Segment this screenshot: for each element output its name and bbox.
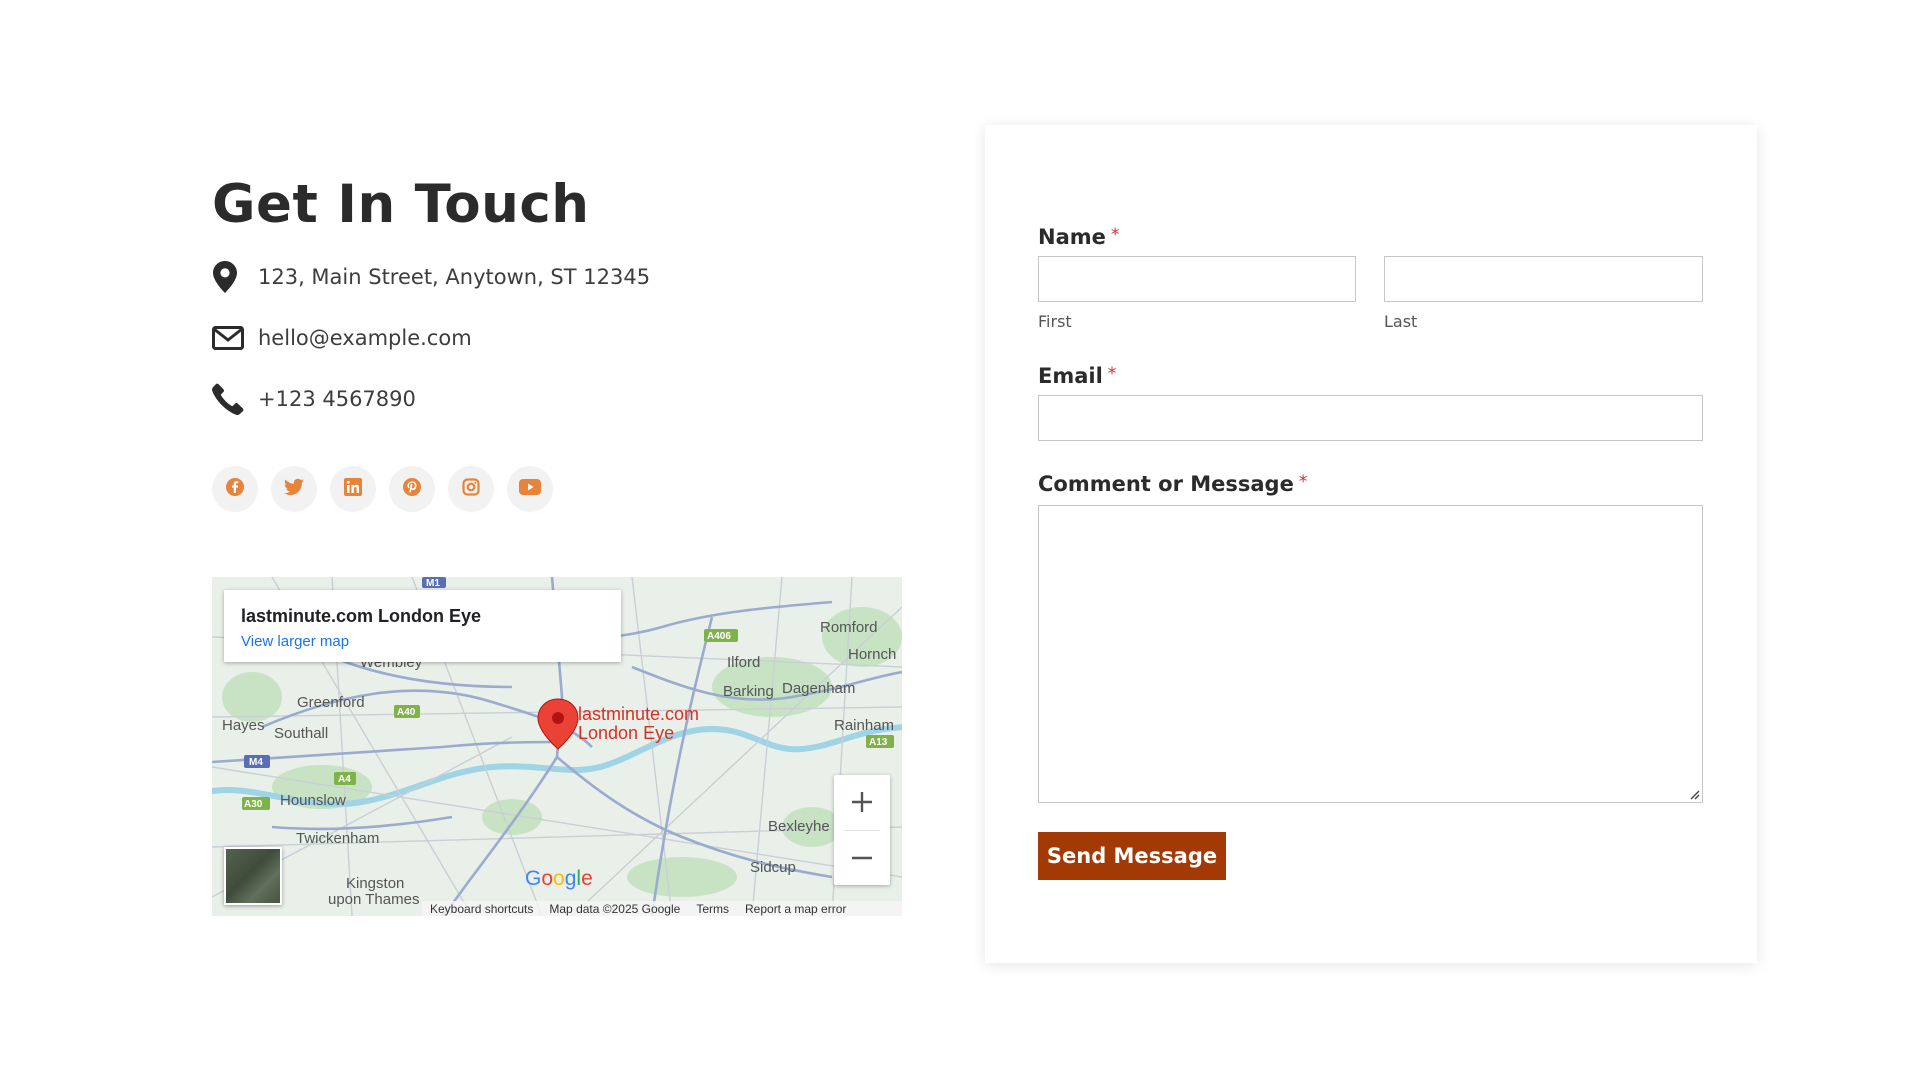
instagram-icon xyxy=(462,478,480,500)
marker-label-line2: London Eye xyxy=(578,723,674,743)
required-mark: * xyxy=(1298,472,1308,492)
place-dagenham: Dagenham xyxy=(782,680,855,697)
place-ilford: Ilford xyxy=(727,654,760,671)
email-label-row: Email * xyxy=(1038,364,1116,388)
contact-list: 123, Main Street, Anytown, ST 12345 hell… xyxy=(212,258,902,418)
road-a406: A406 xyxy=(707,631,731,642)
map-pin-icon xyxy=(212,260,246,294)
view-larger-map-link[interactable]: View larger map xyxy=(241,633,349,650)
map-data-text: Map data ©2025 Google xyxy=(549,901,681,916)
keyboard-shortcuts-link[interactable]: Keyboard shortcuts xyxy=(422,902,541,916)
email-label: Email xyxy=(1038,364,1103,388)
message-label-row: Comment or Message * xyxy=(1038,472,1307,496)
place-southall: Southall xyxy=(274,725,328,742)
required-mark: * xyxy=(1110,225,1120,245)
road-a13: A13 xyxy=(869,737,888,748)
place-greenford: Greenford xyxy=(297,694,365,711)
road-a4: A4 xyxy=(338,774,351,785)
last-name-input[interactable] xyxy=(1384,256,1703,302)
place-hornch: Hornch xyxy=(848,646,896,663)
terms-link[interactable]: Terms xyxy=(688,902,737,916)
linkedin-link[interactable] xyxy=(330,466,376,512)
google-logo: Google xyxy=(525,867,593,890)
linkedin-icon xyxy=(344,478,362,500)
first-sublabel: First xyxy=(1038,312,1072,331)
place-hounslow: Hounslow xyxy=(280,792,346,809)
road-a30: A30 xyxy=(244,799,263,810)
report-map-error-link[interactable]: Report a map error xyxy=(737,902,854,916)
map-place-name: lastminute.com London Eye xyxy=(241,606,482,626)
facebook-link[interactable] xyxy=(212,466,258,512)
satellite-toggle[interactable] xyxy=(224,847,282,905)
phone-row: +123 4567890 xyxy=(212,380,902,418)
message-label: Comment or Message xyxy=(1038,472,1294,496)
instagram-link[interactable] xyxy=(448,466,494,512)
embedded-map[interactable]: M1 A406 A40 M4 A4 A30 A13 Romford Hornch… xyxy=(212,577,902,916)
first-name-input[interactable] xyxy=(1038,256,1356,302)
youtube-link[interactable] xyxy=(507,466,553,512)
resize-handle-icon[interactable] xyxy=(1688,788,1700,800)
place-bexleyheath: Bexleyhe xyxy=(768,818,830,835)
twitter-link[interactable] xyxy=(271,466,317,512)
required-mark: * xyxy=(1107,364,1117,384)
map-zoom-controls xyxy=(834,775,890,885)
road-m1: M1 xyxy=(426,578,440,589)
email-row: hello@example.com xyxy=(212,319,902,357)
marker-label-line1: lastminute.com xyxy=(578,704,699,724)
minus-icon xyxy=(852,856,872,860)
twitter-icon xyxy=(284,478,304,500)
address-text: 123, Main Street, Anytown, ST 12345 xyxy=(258,265,651,289)
map-attribution-bar: Keyboard shortcuts Map data ©2025 Google… xyxy=(422,901,902,916)
email-text[interactable]: hello@example.com xyxy=(258,326,472,350)
envelope-icon xyxy=(212,321,246,355)
last-sublabel: Last xyxy=(1384,312,1418,331)
youtube-icon xyxy=(519,479,541,499)
social-links xyxy=(212,466,902,512)
place-twickenham: Twickenham xyxy=(296,830,379,847)
place-hayes: Hayes xyxy=(222,717,265,734)
name-label: Name xyxy=(1038,225,1106,249)
plus-icon xyxy=(852,792,872,812)
phone-icon xyxy=(212,382,246,416)
map-place-card: lastminute.com London Eye View larger ma… xyxy=(224,590,621,662)
name-label-row: Name * xyxy=(1038,225,1119,249)
email-input[interactable] xyxy=(1038,395,1703,441)
zoom-out-button[interactable] xyxy=(834,831,890,885)
place-sidcup: Sidcup xyxy=(750,859,796,876)
message-textarea[interactable] xyxy=(1038,505,1703,803)
place-rainham: Rainham xyxy=(834,717,894,734)
contact-page: Get In Touch 123, Main Street, Anytown, … xyxy=(0,0,1920,1085)
place-upon-thames: upon Thames xyxy=(328,891,419,908)
zoom-in-button[interactable] xyxy=(834,775,890,829)
pinterest-link[interactable] xyxy=(389,466,435,512)
page-title: Get In Touch xyxy=(212,174,590,235)
contact-form-card: Name * First Last Email * Comment or Messa… xyxy=(985,125,1757,963)
place-kingston: Kingston xyxy=(346,875,404,892)
place-romford: Romford xyxy=(820,619,878,636)
pinterest-icon xyxy=(402,477,422,501)
address-row: 123, Main Street, Anytown, ST 12345 xyxy=(212,258,902,296)
phone-text[interactable]: +123 4567890 xyxy=(258,387,416,411)
send-message-button[interactable]: Send Message xyxy=(1038,832,1226,880)
road-a40: A40 xyxy=(397,707,416,718)
facebook-icon xyxy=(225,477,245,501)
place-barking: Barking xyxy=(723,683,774,700)
contact-info: Get In Touch 123, Main Street, Anytown, … xyxy=(212,170,902,512)
road-m4: M4 xyxy=(249,757,263,768)
